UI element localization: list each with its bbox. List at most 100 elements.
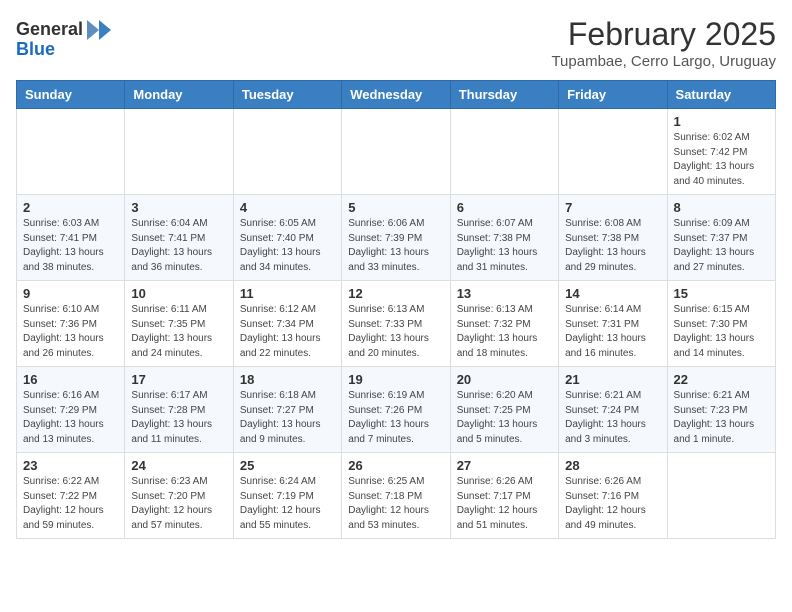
day-info: Sunrise: 6:13 AM Sunset: 7:33 PM Dayligh… (348, 303, 443, 361)
calendar-cell: 27 Sunrise: 6:26 AM Sunset: 7:17 PM Dayli… (450, 453, 558, 539)
logo-general-text: General (16, 20, 83, 40)
day-info: Sunrise: 6:24 AM Sunset: 7:19 PM Dayligh… (240, 475, 335, 533)
weekday-header-sunday: Sunday (17, 81, 125, 109)
calendar-week-2: 2 Sunrise: 6:03 AM Sunset: 7:41 PM Daylig… (17, 195, 776, 281)
calendar-cell (233, 109, 341, 195)
day-info: Sunrise: 6:18 AM Sunset: 7:27 PM Dayligh… (240, 389, 335, 447)
day-info: Sunrise: 6:08 AM Sunset: 7:38 PM Dayligh… (565, 217, 660, 275)
weekday-header-wednesday: Wednesday (342, 81, 450, 109)
day-number: 9 (23, 286, 118, 301)
day-number: 14 (565, 286, 660, 301)
calendar-cell (342, 109, 450, 195)
weekday-header-row: SundayMondayTuesdayWednesdayThursdayFrid… (17, 81, 776, 109)
day-info: Sunrise: 6:17 AM Sunset: 7:28 PM Dayligh… (131, 389, 226, 447)
calendar-cell: 10 Sunrise: 6:11 AM Sunset: 7:35 PM Dayli… (125, 281, 233, 367)
day-info: Sunrise: 6:26 AM Sunset: 7:16 PM Dayligh… (565, 475, 660, 533)
calendar-cell (450, 109, 558, 195)
day-info: Sunrise: 6:21 AM Sunset: 7:23 PM Dayligh… (674, 389, 769, 447)
weekday-header-thursday: Thursday (450, 81, 558, 109)
day-number: 5 (348, 200, 443, 215)
day-info: Sunrise: 6:16 AM Sunset: 7:29 PM Dayligh… (23, 389, 118, 447)
day-info: Sunrise: 6:11 AM Sunset: 7:35 PM Dayligh… (131, 303, 226, 361)
day-info: Sunrise: 6:20 AM Sunset: 7:25 PM Dayligh… (457, 389, 552, 447)
day-number: 26 (348, 458, 443, 473)
day-number: 25 (240, 458, 335, 473)
day-info: Sunrise: 6:15 AM Sunset: 7:30 PM Dayligh… (674, 303, 769, 361)
calendar-cell: 15Sunrise: 6:15 AM Sunset: 7:30 PM Dayli… (667, 281, 775, 367)
day-info: Sunrise: 6:25 AM Sunset: 7:18 PM Dayligh… (348, 475, 443, 533)
day-info: Sunrise: 6:19 AM Sunset: 7:26 PM Dayligh… (348, 389, 443, 447)
calendar-cell: 28 Sunrise: 6:26 AM Sunset: 7:16 PM Dayli… (559, 453, 667, 539)
day-info: Sunrise: 6:21 AM Sunset: 7:24 PM Dayligh… (565, 389, 660, 447)
calendar-table: SundayMondayTuesdayWednesdayThursdayFrid… (16, 80, 776, 539)
day-info: Sunrise: 6:04 AM Sunset: 7:41 PM Dayligh… (131, 217, 226, 275)
calendar-cell: 24 Sunrise: 6:23 AM Sunset: 7:20 PM Dayli… (125, 453, 233, 539)
day-number: 27 (457, 458, 552, 473)
header: General Blue February 2025 Tupambae, Cer… (16, 16, 776, 70)
day-number: 24 (131, 458, 226, 473)
calendar-cell: 4 Sunrise: 6:05 AM Sunset: 7:40 PM Daylig… (233, 195, 341, 281)
calendar-week-3: 9 Sunrise: 6:10 AM Sunset: 7:36 PM Daylig… (17, 281, 776, 367)
day-number: 13 (457, 286, 552, 301)
day-info: Sunrise: 6:03 AM Sunset: 7:41 PM Dayligh… (23, 217, 118, 275)
day-number: 21 (565, 372, 660, 387)
day-info: Sunrise: 6:09 AM Sunset: 7:37 PM Dayligh… (674, 217, 769, 275)
day-number: 17 (131, 372, 226, 387)
calendar-cell: 21 Sunrise: 6:21 AM Sunset: 7:24 PM Dayli… (559, 367, 667, 453)
day-number: 18 (240, 372, 335, 387)
day-info: Sunrise: 6:23 AM Sunset: 7:20 PM Dayligh… (131, 475, 226, 533)
day-number: 7 (565, 200, 660, 215)
weekday-header-tuesday: Tuesday (233, 81, 341, 109)
day-info: Sunrise: 6:02 AM Sunset: 7:42 PM Dayligh… (674, 131, 769, 189)
day-info: Sunrise: 6:06 AM Sunset: 7:39 PM Dayligh… (348, 217, 443, 275)
day-number: 6 (457, 200, 552, 215)
day-number: 16 (23, 372, 118, 387)
calendar-cell: 12 Sunrise: 6:13 AM Sunset: 7:33 PM Dayli… (342, 281, 450, 367)
day-number: 20 (457, 372, 552, 387)
calendar-cell: 23Sunrise: 6:22 AM Sunset: 7:22 PM Dayli… (17, 453, 125, 539)
calendar-cell: 11Sunrise: 6:12 AM Sunset: 7:34 PM Dayli… (233, 281, 341, 367)
calendar-cell (125, 109, 233, 195)
calendar-cell: 1 Sunrise: 6:02 AM Sunset: 7:42 PM Daylig… (667, 109, 775, 195)
calendar-week-1: 1 Sunrise: 6:02 AM Sunset: 7:42 PM Daylig… (17, 109, 776, 195)
day-number: 3 (131, 200, 226, 215)
day-number: 2 (23, 200, 118, 215)
day-number: 1 (674, 114, 769, 129)
calendar-week-5: 23Sunrise: 6:22 AM Sunset: 7:22 PM Dayli… (17, 453, 776, 539)
day-number: 12 (348, 286, 443, 301)
day-info: Sunrise: 6:05 AM Sunset: 7:40 PM Dayligh… (240, 217, 335, 275)
calendar-cell: 9 Sunrise: 6:10 AM Sunset: 7:36 PM Daylig… (17, 281, 125, 367)
day-number: 10 (131, 286, 226, 301)
day-number: 4 (240, 200, 335, 215)
day-info: Sunrise: 6:14 AM Sunset: 7:31 PM Dayligh… (565, 303, 660, 361)
calendar-cell: 20 Sunrise: 6:20 AM Sunset: 7:25 PM Dayli… (450, 367, 558, 453)
calendar-cell: 16 Sunrise: 6:16 AM Sunset: 7:29 PM Dayli… (17, 367, 125, 453)
day-number: 22 (674, 372, 769, 387)
location-title: Tupambae, Cerro Largo, Uruguay (551, 53, 776, 70)
calendar-cell: 26 Sunrise: 6:25 AM Sunset: 7:18 PM Dayli… (342, 453, 450, 539)
calendar-cell: 18 Sunrise: 6:18 AM Sunset: 7:27 PM Dayli… (233, 367, 341, 453)
calendar-cell: 14 Sunrise: 6:14 AM Sunset: 7:31 PM Dayli… (559, 281, 667, 367)
weekday-header-monday: Monday (125, 81, 233, 109)
calendar-cell: 6 Sunrise: 6:07 AM Sunset: 7:38 PM Daylig… (450, 195, 558, 281)
day-number: 28 (565, 458, 660, 473)
day-info: Sunrise: 6:26 AM Sunset: 7:17 PM Dayligh… (457, 475, 552, 533)
calendar-cell (667, 453, 775, 539)
calendar-week-4: 16 Sunrise: 6:16 AM Sunset: 7:29 PM Dayli… (17, 367, 776, 453)
day-info: Sunrise: 6:12 AM Sunset: 7:34 PM Dayligh… (240, 303, 335, 361)
day-number: 19 (348, 372, 443, 387)
day-info: Sunrise: 6:13 AM Sunset: 7:32 PM Dayligh… (457, 303, 552, 361)
calendar-cell: 3 Sunrise: 6:04 AM Sunset: 7:41 PM Daylig… (125, 195, 233, 281)
calendar-cell: 22 Sunrise: 6:21 AM Sunset: 7:23 PM Dayli… (667, 367, 775, 453)
calendar-cell: 13 Sunrise: 6:13 AM Sunset: 7:32 PM Dayli… (450, 281, 558, 367)
month-title: February 2025 (551, 16, 776, 53)
logo-icon (85, 16, 113, 44)
calendar-cell (559, 109, 667, 195)
calendar-cell (17, 109, 125, 195)
day-info: Sunrise: 6:10 AM Sunset: 7:36 PM Dayligh… (23, 303, 118, 361)
logo: General Blue (16, 16, 113, 60)
calendar-cell: 19 Sunrise: 6:19 AM Sunset: 7:26 PM Dayli… (342, 367, 450, 453)
day-info: Sunrise: 6:07 AM Sunset: 7:38 PM Dayligh… (457, 217, 552, 275)
calendar-cell: 5 Sunrise: 6:06 AM Sunset: 7:39 PM Daylig… (342, 195, 450, 281)
calendar-cell: 17 Sunrise: 6:17 AM Sunset: 7:28 PM Dayli… (125, 367, 233, 453)
